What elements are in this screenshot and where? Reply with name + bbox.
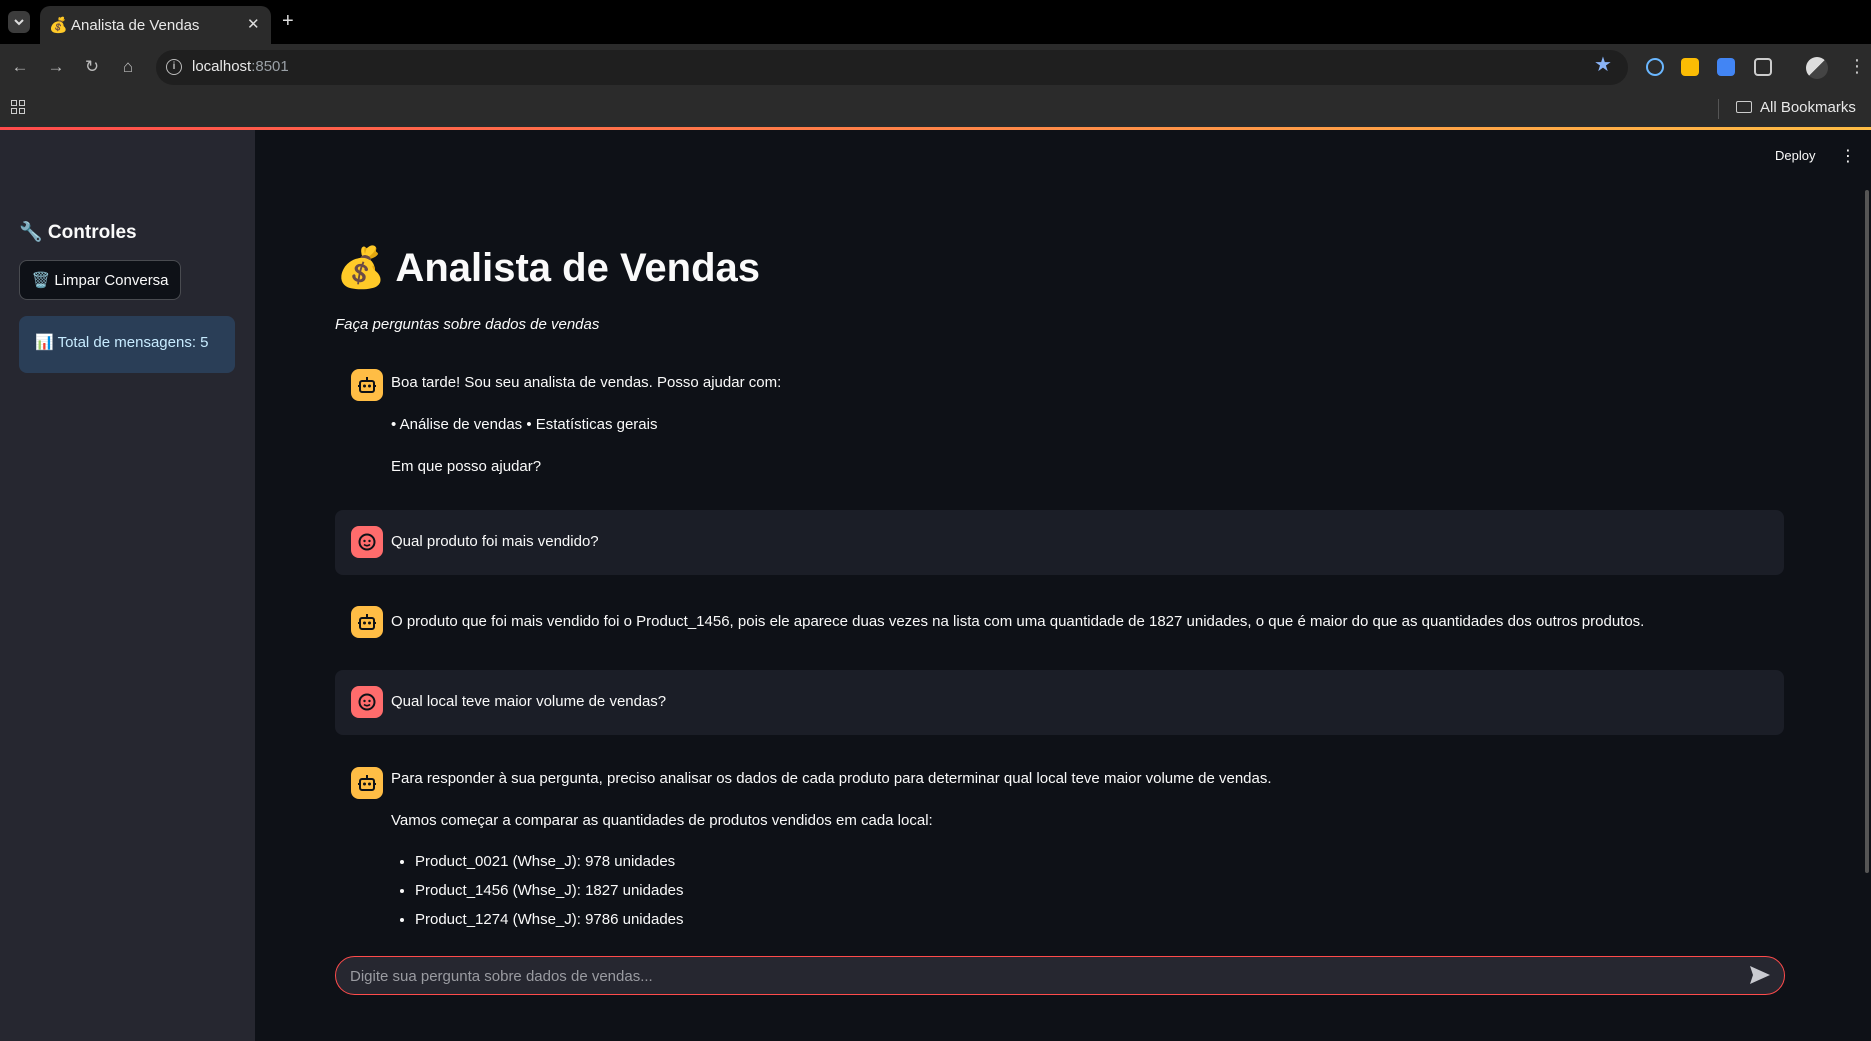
chat-message-user: Qual produto foi mais vendido? [335,510,1784,575]
url-host: localhost [192,58,252,75]
back-arrow-icon[interactable]: ← [9,56,31,78]
chat-message-assistant: O produto que foi mais vendido foi o Pro… [335,595,1784,655]
sidebar: 🔧 Controles 🗑️ Limpar Conversa 📊 Total d… [0,130,255,1041]
clear-conversation-button[interactable]: 🗑️ Limpar Conversa [19,260,181,300]
sidebar-title: 🔧 Controles [19,222,137,243]
chat-message-assistant: Para responder à sua pergunta, preciso a… [335,755,1784,945]
chat-message-user: Qual local teve maior volume de vendas? [335,670,1784,735]
site-info-icon[interactable]: i [166,59,182,75]
home-icon[interactable]: ⌂ [117,56,139,78]
apps-grid-icon[interactable] [11,100,27,116]
browser-tab[interactable]: 💰 Analista de Vendas ✕ [40,6,271,44]
message-count-info: 📊 Total de mensagens: 5 [19,316,235,373]
scrollbar[interactable] [1865,190,1869,873]
close-tab-icon[interactable]: ✕ [247,15,260,33]
bookmarks-divider [1718,99,1719,119]
list-item: Product_0021 (Whse_J): 978 unidades [415,852,684,872]
bookmark-star-icon[interactable]: ★ [1594,52,1612,77]
robot-avatar-icon [351,767,383,799]
browser-toolbar: ← → ↻ ⌂ i localhost:8501 [0,44,1871,91]
message-line: Vamos começar a comparar as quantidades … [391,812,933,829]
message-bullet-list: Product_0021 (Whse_J): 978 unidades Prod… [391,852,684,939]
page-title: 💰 Analista de Vendas [336,246,761,290]
main-menu-icon[interactable]: ⋮ [1840,146,1856,166]
message-line: Boa tarde! Sou seu analista de vendas. P… [391,374,782,391]
forward-arrow-icon[interactable]: → [45,56,67,78]
profile-avatar[interactable] [1806,57,1828,79]
bookmarks-bar: All Bookmarks [0,91,1871,127]
robot-avatar-icon [351,606,383,638]
keep-extension-icon[interactable] [1681,58,1699,76]
new-tab-button[interactable]: + [282,11,294,31]
tab-title: Analista de Vendas [71,17,200,34]
tab-search-button[interactable] [8,11,30,33]
reload-icon[interactable]: ↻ [81,56,103,78]
chat-input-container [335,956,1785,995]
message-text: Qual local teve maior volume de vendas? [391,693,667,710]
message-line: Em que posso ajudar? [391,458,542,475]
chevron-down-icon [14,19,24,26]
address-bar[interactable]: i localhost:8501 [156,50,1628,85]
extensions-puzzle-icon[interactable] [1754,58,1772,76]
translate-extension-icon[interactable] [1717,58,1735,76]
money-bag-icon: 💰 [49,17,68,34]
chat-message-assistant: Boa tarde! Sou seu analista de vendas. P… [335,362,1784,492]
deploy-button[interactable]: Deploy [1775,148,1815,163]
address-url: localhost:8501 [192,58,289,75]
chat-input[interactable] [350,965,1730,987]
user-avatar-icon [351,686,383,718]
folder-icon [1736,101,1752,113]
robot-avatar-icon [351,369,383,401]
page-caption: Faça perguntas sobre dados de vendas [335,316,600,333]
message-text: O produto que foi mais vendido foi o Pro… [391,613,1645,630]
list-item: Product_1456 (Whse_J): 1827 unidades [415,881,684,901]
list-item: Product_1274 (Whse_J): 9786 unidades [415,910,684,930]
browser-menu-icon[interactable]: ⋮ [1848,56,1866,77]
react-devtools-extension-icon[interactable] [1646,58,1664,76]
browser-tabstrip: 💰 Analista de Vendas ✕ + [0,0,1871,44]
url-port: :8501 [251,58,289,75]
message-text: Qual produto foi mais vendido? [391,533,599,550]
message-line: • Análise de vendas • Estatísticas gerai… [391,416,658,433]
all-bookmarks-link[interactable]: All Bookmarks [1760,99,1856,116]
send-icon[interactable] [1749,965,1773,987]
user-avatar-icon [351,526,383,558]
message-line: Para responder à sua pergunta, preciso a… [391,770,1272,787]
